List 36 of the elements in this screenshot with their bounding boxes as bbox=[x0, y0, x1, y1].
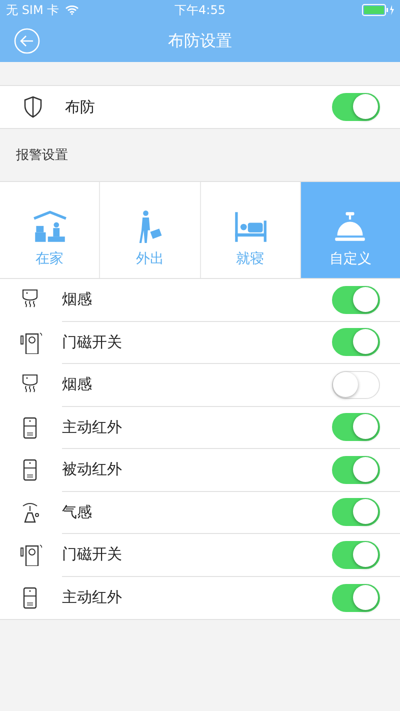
sensor-name: 烟感 bbox=[62, 290, 92, 310]
toggle-switch[interactable] bbox=[332, 286, 380, 314]
mode-tab[interactable]: 就寝 bbox=[200, 182, 301, 278]
toggle-switch[interactable] bbox=[332, 584, 380, 612]
sensor-name: 烟感 bbox=[62, 375, 92, 394]
toggle-switch[interactable] bbox=[332, 328, 380, 356]
back-icon[interactable] bbox=[14, 28, 40, 54]
sensor-name: 门磁开关 bbox=[62, 332, 122, 352]
toggle-switch[interactable] bbox=[332, 456, 380, 484]
door-sensor-icon bbox=[20, 544, 42, 566]
toggle-switch[interactable] bbox=[332, 498, 380, 526]
mode-tab[interactable]: 外出 bbox=[100, 182, 200, 278]
mode-tab[interactable]: 在家 bbox=[0, 182, 100, 278]
shield-icon bbox=[23, 96, 43, 118]
bell-icon bbox=[333, 210, 368, 244]
toggle-switch[interactable] bbox=[332, 370, 380, 399]
sensor-name: 气感 bbox=[62, 502, 92, 522]
toggle-switch[interactable] bbox=[332, 540, 380, 569]
clock-time: 下午4:55 bbox=[174, 2, 226, 18]
arm-label: 布防 bbox=[65, 98, 96, 116]
mode-tab[interactable]: 自定义 bbox=[300, 182, 400, 278]
sensor-name: 主动红外 bbox=[62, 588, 122, 608]
carrier-label: 无 SIM 卡 bbox=[6, 2, 60, 18]
toggle-switch[interactable] bbox=[332, 413, 380, 442]
gas-sensor-icon bbox=[20, 502, 42, 524]
sensor-name: 门磁开关 bbox=[62, 545, 122, 564]
bed-icon bbox=[233, 210, 268, 244]
section-title: 报警设置 bbox=[16, 147, 68, 164]
battery-icon bbox=[362, 4, 394, 16]
door-sensor-icon bbox=[20, 332, 42, 354]
sensor-name: 被动红外 bbox=[62, 460, 122, 480]
toggle-switch[interactable] bbox=[332, 93, 380, 121]
page-title: 布防设置 bbox=[167, 30, 233, 52]
sensor-name: 主动红外 bbox=[62, 418, 122, 437]
wifi-icon bbox=[65, 5, 80, 15]
house-icon bbox=[32, 210, 67, 244]
